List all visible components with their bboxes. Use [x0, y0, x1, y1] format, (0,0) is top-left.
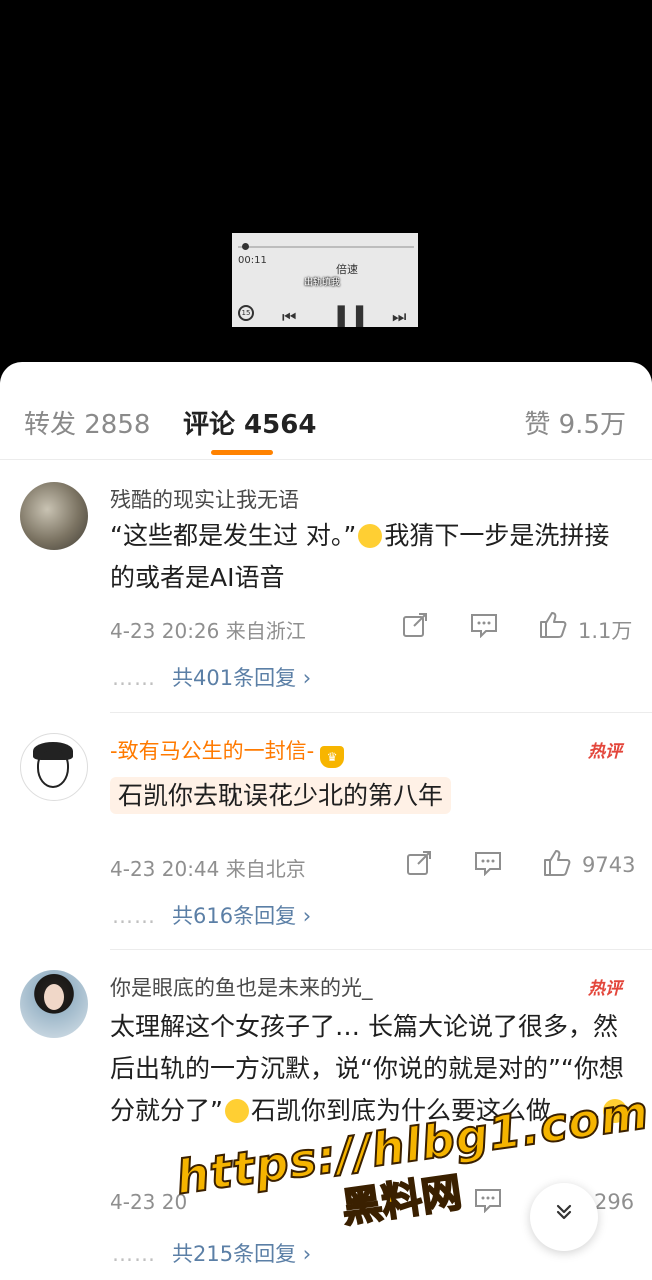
tab-repost[interactable]: 转发 2858 — [24, 404, 150, 441]
comment-text-highlight: 石凯你去耽误花少北的第八年 — [110, 777, 452, 814]
comment-text-part: 石凯你到底为什么要这么做…… — [250, 1096, 601, 1125]
replay-icon: 15 — [238, 305, 254, 321]
avatar[interactable] — [20, 482, 88, 550]
replies-label: 共401条回复 › — [172, 666, 312, 690]
like-count: 296 — [594, 1190, 635, 1214]
next-icon: ⏭ — [392, 307, 407, 326]
comment-icon[interactable] — [474, 850, 502, 882]
crying-emoji-icon — [224, 1099, 249, 1123]
view-replies-link[interactable]: …… 共616条回复 › — [112, 900, 311, 930]
share-icon[interactable] — [402, 612, 428, 644]
previous-icon: ⏮ — [282, 307, 297, 326]
like-icon[interactable] — [542, 848, 572, 884]
video-caption: 出轨填我 — [304, 278, 341, 288]
comments-sheet: 转发 2858 评论 4564 赞 9.5万 残酷的现实让我无语 “这些都是发生… — [0, 362, 652, 1280]
comment-username[interactable]: 你是眼底的鱼也是未来的光_ — [110, 972, 373, 1002]
crying-emoji-icon — [602, 1099, 627, 1123]
comment-username[interactable]: 残酷的现实让我无语 — [110, 484, 299, 514]
hot-comment-badge: 热评 — [588, 742, 622, 762]
like-icon[interactable] — [538, 610, 568, 646]
comment-text-part: “这些都是发生过 对。” — [110, 521, 357, 550]
tab-bar: 转发 2858 评论 4564 赞 9.5万 — [0, 362, 652, 460]
comment-meta: 4-23 20:26 来自浙江 — [110, 619, 306, 643]
pause-icon: ❚❚ — [332, 303, 369, 327]
video-player[interactable]: 00:11 倍速 出轨填我 15 ⏮ ❚❚ ⏭ — [0, 0, 652, 380]
like-count: 9743 — [582, 853, 636, 877]
comment-icon[interactable] — [470, 612, 498, 644]
video-frame: 00:11 倍速 出轨填我 15 ⏮ ❚❚ ⏭ — [232, 233, 418, 327]
comment-item: 残酷的现实让我无语 “这些都是发生过 对。” 我猜下一步是洗拼接的或者是AI语音 … — [0, 460, 652, 712]
comment-text: 太理解这个女孩子了… 长篇大论说了很多，然后出轨的一方沉默，说“你说的就是对的”… — [110, 1006, 630, 1132]
tab-active-indicator — [211, 450, 273, 455]
video-progress-track — [238, 246, 414, 248]
comment-icon[interactable] — [474, 1187, 502, 1219]
comment-text: 石凯你去耽误花少北的第八年 — [110, 775, 630, 817]
hot-comment-badge: 热评 — [588, 979, 622, 999]
replies-label: 共616条回复 › — [172, 904, 312, 928]
tab-comment[interactable]: 评论 4564 — [183, 404, 316, 441]
chevron-double-down-icon[interactable] — [530, 1183, 598, 1251]
crown-badge-icon: ♛ — [320, 746, 345, 768]
emoji-icon — [358, 524, 383, 548]
view-replies-link[interactable]: …… 共401条回复 › — [112, 662, 311, 692]
video-time: 00:11 — [238, 255, 267, 266]
view-replies-link[interactable]: …… 共215条回复 › — [112, 1238, 311, 1268]
comment-meta: 4-23 20:44 来自北京 — [110, 857, 306, 881]
comment-meta: 4-23 20 — [110, 1190, 188, 1214]
share-icon[interactable] — [406, 850, 432, 882]
tab-like[interactable]: 赞 9.5万 — [524, 404, 626, 441]
comment-text: “这些都是发生过 对。” 我猜下一步是洗拼接的或者是AI语音 — [110, 515, 630, 599]
like-count: 1.1万 — [578, 619, 633, 643]
avatar[interactable] — [20, 970, 88, 1038]
avatar[interactable] — [20, 733, 88, 801]
video-progress-dot — [242, 243, 249, 250]
comment-item: -致有马公生的一封信- ♛ 热评 石凯你去耽误花少北的第八年 4-23 20:44… — [0, 713, 652, 949]
replies-label: 共215条回复 › — [172, 1242, 312, 1266]
comment-username[interactable]: -致有马公生的一封信- ♛ — [110, 735, 345, 768]
